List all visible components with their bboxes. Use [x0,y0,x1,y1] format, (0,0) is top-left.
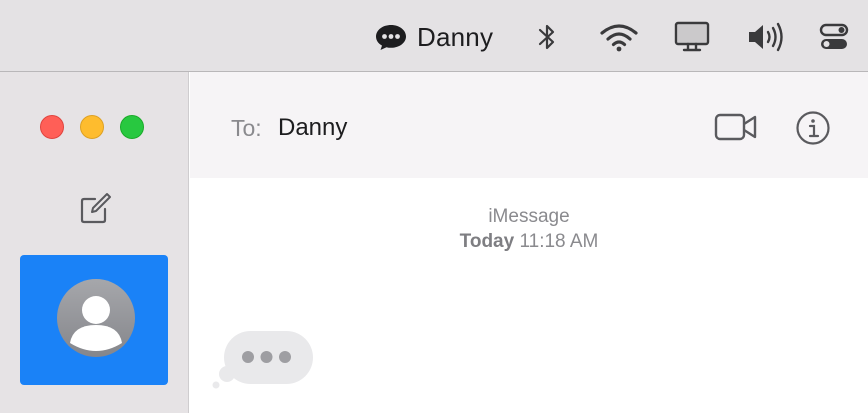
conversation-header: To: Danny [190,72,868,178]
app-name[interactable]: Danny [417,22,493,52]
menu-bar: Danny [0,0,868,72]
to-label: To: [231,115,262,141]
message-transcript: iMessage Today 11:18 AM [190,178,868,413]
minimize-button[interactable] [80,115,104,139]
conversation-timestamp: Today 11:18 AM [190,231,868,253]
control-center-icon[interactable] [817,20,851,54]
timestamp-time: 11:18 AM [519,231,599,252]
close-button[interactable] [40,115,64,139]
volume-icon[interactable] [745,20,789,54]
video-call-icon[interactable] [714,110,758,144]
display-icon[interactable] [672,18,712,54]
sidebar [0,72,189,413]
message-bubble-icon[interactable] [374,22,408,52]
timestamp-day: Today [459,231,515,252]
service-label: iMessage [488,206,570,227]
person-avatar-icon [57,279,135,357]
typing-indicator-icon [210,328,320,398]
conversation-item-danny[interactable] [20,255,168,385]
compose-icon[interactable] [78,192,112,226]
recipient-name[interactable]: Danny [278,114,347,142]
info-icon[interactable] [795,110,831,146]
wifi-icon[interactable] [599,20,639,54]
bluetooth-icon[interactable] [534,20,560,54]
zoom-button[interactable] [120,115,144,139]
